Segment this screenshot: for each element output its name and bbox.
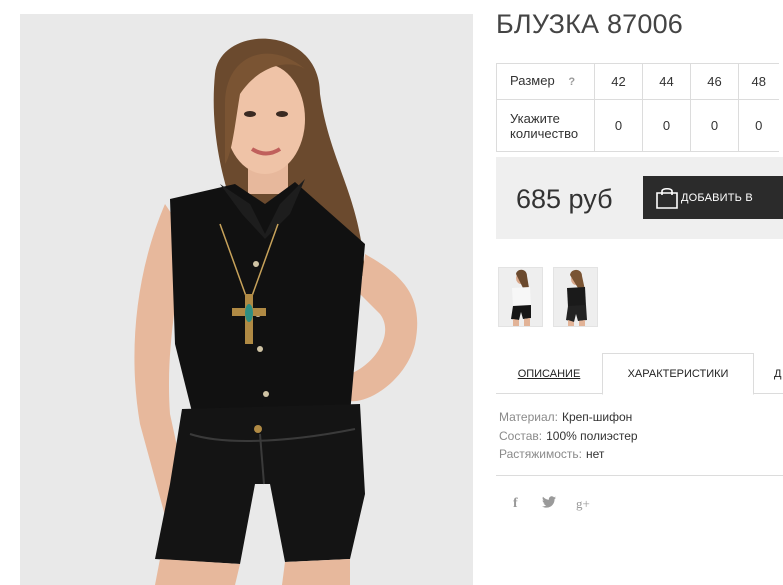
- characteristics-list: Материал: Креп-шифон Состав: 100% полиэсте…: [499, 408, 638, 464]
- divider: [496, 475, 783, 476]
- tab-delivery[interactable]: Д: [754, 353, 783, 394]
- spec-key: Состав:: [499, 428, 543, 443]
- spec-composition: Состав: 100% полиэстер: [499, 427, 638, 446]
- tab-characteristics[interactable]: ХАРАКТЕРИСТИКИ: [602, 353, 754, 395]
- thumbnail-2[interactable]: [553, 267, 598, 327]
- spec-key: Растяжимость:: [499, 447, 583, 461]
- product-title: БЛУЗКА 87006: [496, 9, 684, 39]
- price-box: 685 руб ДОБАВИТЬ В: [496, 157, 783, 239]
- quantity-row: Укажите количество 0 0 0 0: [496, 99, 779, 152]
- spec-value: нет: [586, 447, 605, 461]
- add-to-cart-label: ДОБАВИТЬ В: [681, 191, 753, 204]
- tab-characteristics-label: ХАРАКТЕРИСТИКИ: [627, 368, 729, 380]
- thumbnail-2-image: [554, 268, 597, 326]
- product-price: 685 руб: [516, 184, 613, 214]
- qty-input-42[interactable]: 0: [594, 99, 643, 152]
- qty-input-48[interactable]: 0: [738, 99, 779, 152]
- size-42: 42: [594, 63, 643, 100]
- thumbnail-1[interactable]: [498, 267, 543, 327]
- quantity-label: Укажите количество: [496, 99, 595, 152]
- model-photo-illustration: [20, 14, 473, 585]
- add-to-cart-button[interactable]: ДОБАВИТЬ В: [643, 176, 783, 219]
- size-quantity-table: Размер ? 42 44 46 48 Укажите количество …: [496, 63, 779, 152]
- tab-description[interactable]: ОПИСАНИЕ: [496, 353, 602, 394]
- qty-input-44[interactable]: 0: [642, 99, 691, 152]
- facebook-icon[interactable]: f: [513, 496, 518, 512]
- size-44: 44: [642, 63, 691, 100]
- thumbnail-1-image: [499, 268, 542, 326]
- size-48: 48: [738, 63, 779, 100]
- twitter-icon[interactable]: [542, 496, 556, 511]
- tab-description-label: ОПИСАНИЕ: [517, 367, 581, 380]
- size-header-cell: Размер ?: [496, 63, 595, 100]
- shopping-bag-icon: [656, 187, 678, 209]
- question-icon[interactable]: ?: [568, 75, 575, 90]
- product-tabs: ОПИСАНИЕ ХАРАКТЕРИСТИКИ Д: [496, 353, 783, 395]
- spec-material: Материал: Креп-шифон: [499, 408, 638, 427]
- qty-input-46[interactable]: 0: [690, 99, 739, 152]
- product-main-photo[interactable]: [20, 14, 473, 585]
- size-row: Размер ? 42 44 46 48: [496, 63, 779, 100]
- size-label: Размер: [510, 73, 555, 88]
- tab-delivery-label: Д: [774, 367, 782, 380]
- spec-value: 100% полиэстер: [546, 428, 638, 443]
- spec-value: Креп-шифон: [561, 410, 633, 424]
- spec-key: Материал:: [499, 410, 558, 424]
- twitter-bird-icon: [542, 496, 556, 508]
- spec-stretch: Растяжимость: нет: [499, 445, 638, 464]
- googleplus-icon[interactable]: g+: [576, 496, 590, 512]
- size-46: 46: [690, 63, 739, 100]
